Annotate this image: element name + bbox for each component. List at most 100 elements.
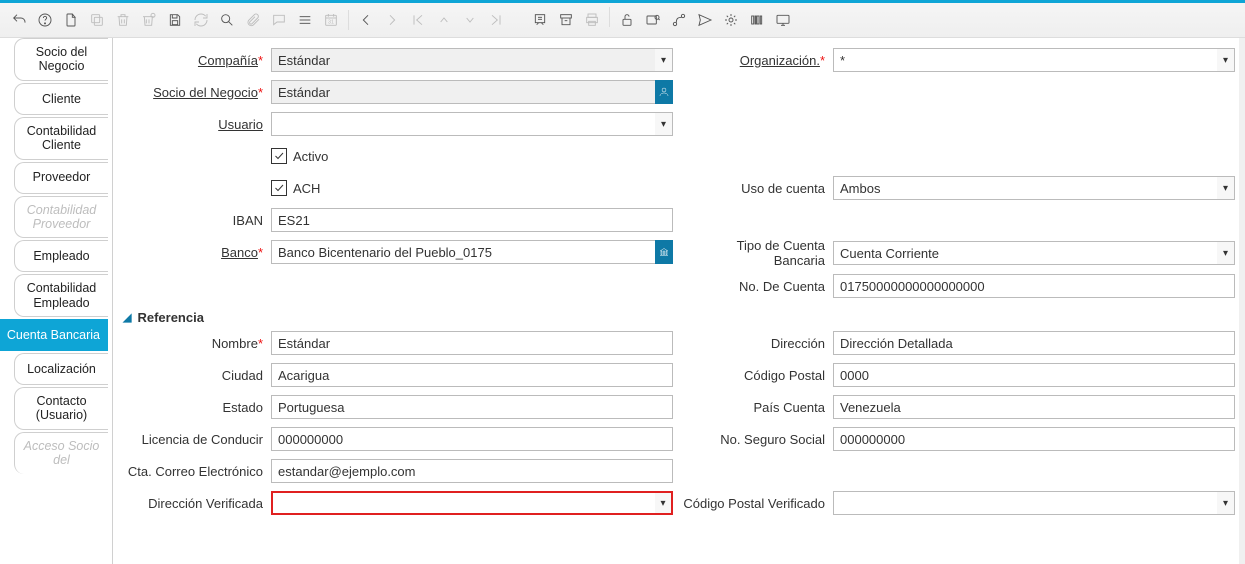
scrollbar[interactable] <box>1239 38 1245 564</box>
label-organizacion: Organización.* <box>683 53 833 68</box>
socio-lookup-icon[interactable] <box>655 80 673 104</box>
tab-contabilidad-empleado[interactable]: Contabilidad Empleado <box>14 274 108 317</box>
field-uso-cuenta[interactable]: ▾ <box>833 176 1235 200</box>
field-socio[interactable] <box>271 80 673 104</box>
field-estado[interactable] <box>271 395 673 419</box>
form-panel: Compañía* ▾ Socio del Negocio* Usuario <box>112 38 1239 564</box>
label-iban: IBAN <box>121 213 271 228</box>
tab-cuenta-bancaria[interactable]: Cuenta Bancaria <box>0 319 108 351</box>
find-icon[interactable] <box>214 7 240 33</box>
zoom-across-icon[interactable] <box>640 7 666 33</box>
label-pais-cuenta: País Cuenta <box>683 400 833 415</box>
label-licencia: Licencia de Conducir <box>121 432 271 447</box>
field-ciudad[interactable] <box>271 363 673 387</box>
field-iban[interactable] <box>271 208 673 232</box>
chevron-down-icon[interactable]: ▾ <box>655 48 673 72</box>
refresh-icon <box>188 7 214 33</box>
collapse-icon[interactable]: ◢ <box>123 311 131 324</box>
toolbar: 31 <box>0 3 1245 38</box>
last-record-icon <box>483 7 509 33</box>
field-organizacion[interactable]: ▾ <box>833 48 1235 72</box>
preferences-icon[interactable] <box>718 7 744 33</box>
label-estado: Estado <box>121 400 271 415</box>
label-banco: Banco* <box>121 245 271 260</box>
field-correo[interactable] <box>271 459 673 483</box>
label-correo: Cta. Correo Electrónico <box>121 464 271 479</box>
field-codigo-postal[interactable] <box>833 363 1235 387</box>
workflow-icon[interactable] <box>666 7 692 33</box>
field-pais-cuenta[interactable] <box>833 395 1235 419</box>
banco-lookup-icon[interactable] <box>655 240 673 264</box>
field-usuario[interactable]: ▾ <box>271 112 673 136</box>
chevron-down-icon[interactable]: ▾ <box>655 491 673 515</box>
screen-icon[interactable] <box>770 7 796 33</box>
field-cp-verificado[interactable]: ▾ <box>833 491 1235 515</box>
chevron-down-icon[interactable]: ▾ <box>1217 241 1235 265</box>
label-nombre: Nombre* <box>121 336 271 351</box>
label-seguro: No. Seguro Social <box>683 432 833 447</box>
calendar-icon: 31 <box>318 7 344 33</box>
tab-cliente[interactable]: Cliente <box>14 83 108 115</box>
tab-localizacion[interactable]: Localización <box>14 353 108 385</box>
chat-icon <box>266 7 292 33</box>
field-no-cuenta[interactable] <box>833 274 1235 298</box>
label-codigo-postal: Código Postal <box>683 368 833 383</box>
new-record-icon[interactable] <box>58 7 84 33</box>
section-referencia-label: Referencia <box>137 310 203 325</box>
field-direccion[interactable] <box>833 331 1235 355</box>
field-dir-verificada[interactable]: ▾ <box>271 491 673 515</box>
field-nombre[interactable] <box>271 331 673 355</box>
tab-acceso-socio[interactable]: Acceso Socio del <box>14 432 108 474</box>
product-info-icon[interactable] <box>744 7 770 33</box>
field-seguro[interactable] <box>833 427 1235 451</box>
tab-proveedor[interactable]: Proveedor <box>14 162 108 194</box>
side-tabs: Socio del Negocio Cliente Contabilidad C… <box>0 38 112 564</box>
grid-toggle-icon[interactable] <box>292 7 318 33</box>
tab-empleado[interactable]: Empleado <box>14 240 108 272</box>
save-icon[interactable] <box>162 7 188 33</box>
chevron-down-icon[interactable]: ▾ <box>1217 48 1235 72</box>
tab-contabilidad-cliente[interactable]: Contabilidad Cliente <box>14 117 108 160</box>
lock-icon[interactable] <box>614 7 640 33</box>
attachment-icon <box>240 7 266 33</box>
print-icon <box>579 7 605 33</box>
chevron-down-icon[interactable]: ▾ <box>1217 491 1235 515</box>
help-icon[interactable] <box>32 7 58 33</box>
next-record-icon <box>457 7 483 33</box>
label-compania: Compañía* <box>121 53 271 68</box>
first-record-icon <box>405 7 431 33</box>
prev-record-icon <box>431 7 457 33</box>
checkbox-ach[interactable]: ACH <box>271 180 320 196</box>
label-usuario: Usuario <box>121 117 271 132</box>
copy-record-icon <box>84 7 110 33</box>
label-cp-verificado: Código Postal Verificado <box>683 496 833 511</box>
undo-icon[interactable] <box>6 7 32 33</box>
archive-icon[interactable] <box>553 7 579 33</box>
label-uso-cuenta: Uso de cuenta <box>683 181 833 196</box>
tab-socio-negocio[interactable]: Socio del Negocio <box>14 38 108 81</box>
label-tipo-cuenta: Tipo de Cuenta Bancaria <box>683 238 833 268</box>
label-direccion: Dirección <box>683 336 833 351</box>
chevron-down-icon[interactable]: ▾ <box>1217 176 1235 200</box>
checkbox-activo[interactable]: Activo <box>271 148 328 164</box>
label-activo: Activo <box>293 149 328 164</box>
label-ciudad: Ciudad <box>121 368 271 383</box>
label-dir-verificada: Dirección Verificada <box>121 496 271 511</box>
field-tipo-cuenta[interactable]: ▾ <box>833 241 1235 265</box>
section-referencia[interactable]: ◢ Referencia <box>123 310 1235 325</box>
request-icon[interactable] <box>692 7 718 33</box>
history-next-icon <box>379 7 405 33</box>
label-ach: ACH <box>293 181 320 196</box>
delete-record-icon <box>110 7 136 33</box>
label-socio: Socio del Negocio* <box>121 85 271 100</box>
history-prev-icon[interactable] <box>353 7 379 33</box>
report-icon[interactable] <box>527 7 553 33</box>
tab-contabilidad-proveedor[interactable]: Contabilidad Proveedor <box>14 196 108 239</box>
chevron-down-icon[interactable]: ▾ <box>655 112 673 136</box>
field-compania[interactable]: ▾ <box>271 48 673 72</box>
svg-text:31: 31 <box>328 19 334 25</box>
label-no-cuenta: No. De Cuenta <box>683 279 833 294</box>
tab-contacto-usuario[interactable]: Contacto (Usuario) <box>14 387 108 430</box>
field-banco[interactable] <box>271 240 673 264</box>
field-licencia[interactable] <box>271 427 673 451</box>
